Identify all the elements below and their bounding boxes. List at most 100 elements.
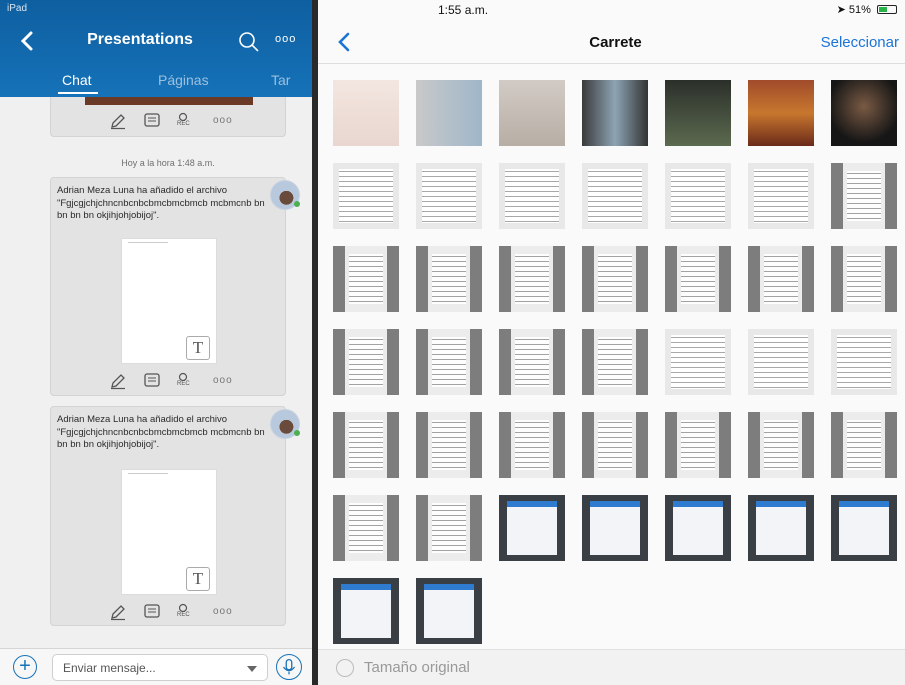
photo-thumbnail[interactable] xyxy=(748,329,814,395)
message-text: Adrian Meza Luna ha añadido el archivo "… xyxy=(57,414,265,450)
photo-thumbnail[interactable] xyxy=(665,246,731,312)
message-actions: REC ooo xyxy=(109,372,239,392)
photo-thumbnail[interactable] xyxy=(499,412,565,478)
photo-thumbnail[interactable] xyxy=(748,495,814,561)
photo-thumbnail[interactable] xyxy=(499,329,565,395)
image-attachment[interactable] xyxy=(85,97,253,105)
photo-thumbnail[interactable] xyxy=(333,80,399,146)
file-preview[interactable]: T xyxy=(121,238,217,364)
more-menu-button[interactable]: ooo xyxy=(275,33,296,45)
photo-thumbnail[interactable] xyxy=(665,80,731,146)
comment-icon[interactable] xyxy=(143,112,161,130)
photo-thumbnail[interactable] xyxy=(333,495,399,561)
online-status-dot xyxy=(294,201,300,207)
rec-label: REC xyxy=(177,121,190,127)
date-separator: Hoy a la hora 1:48 a.m. xyxy=(121,158,215,168)
battery-percent: 51% xyxy=(848,4,871,16)
photo-thumbnail[interactable] xyxy=(665,412,731,478)
original-size-radio[interactable] xyxy=(336,659,354,677)
photo-thumbnail[interactable] xyxy=(333,578,399,644)
photo-thumbnail[interactable] xyxy=(416,329,482,395)
file-preview[interactable]: T xyxy=(121,469,217,595)
photo-thumbnail[interactable] xyxy=(748,246,814,312)
album-title: Carrete xyxy=(589,34,642,51)
photo-thumbnail[interactable] xyxy=(748,163,814,229)
photo-thumbnail[interactable] xyxy=(416,80,482,146)
photo-thumbnail[interactable] xyxy=(499,495,565,561)
original-size-label: Tamaño original xyxy=(364,659,470,676)
photo-thumbnail[interactable] xyxy=(416,412,482,478)
photo-thumbnail[interactable] xyxy=(333,412,399,478)
photo-thumbnail[interactable] xyxy=(499,246,565,312)
photo-thumbnail[interactable] xyxy=(582,163,648,229)
more-actions-button[interactable]: ooo xyxy=(213,375,233,386)
battery-status: ➤ 51% xyxy=(837,3,897,16)
more-actions-button[interactable]: ooo xyxy=(213,115,233,126)
message-card: Adrian Meza Luna ha añadido el archivo "… xyxy=(50,177,286,396)
pencil-icon[interactable] xyxy=(109,372,127,390)
more-actions-button[interactable]: ooo xyxy=(213,606,233,617)
camera-roll-pane: 1:55 a.m. ➤ 51% Carrete Seleccionar Tama… xyxy=(318,0,905,685)
photo-thumbnail[interactable] xyxy=(665,495,731,561)
text-file-icon: T xyxy=(186,567,210,591)
comment-icon[interactable] xyxy=(143,372,161,390)
photo-thumbnail[interactable] xyxy=(748,412,814,478)
tab-pages[interactable]: Páginas xyxy=(158,72,209,88)
tab-chat[interactable]: Chat xyxy=(62,72,92,88)
photo-thumbnail[interactable] xyxy=(333,246,399,312)
photo-thumbnail[interactable] xyxy=(582,80,648,146)
message-actions: REC ooo xyxy=(109,603,239,623)
photo-thumbnail[interactable] xyxy=(831,80,897,146)
message-actions: REC ooo xyxy=(109,112,239,132)
message-card: REC ooo xyxy=(50,97,286,137)
battery-icon xyxy=(877,5,897,14)
photo-grid xyxy=(333,80,897,650)
photo-thumbnail[interactable] xyxy=(831,412,897,478)
text-file-icon: T xyxy=(186,336,210,360)
message-card: Adrian Meza Luna ha añadido el archivo "… xyxy=(50,406,286,626)
photo-thumbnail[interactable] xyxy=(831,495,897,561)
message-input[interactable]: Enviar mensaje... xyxy=(52,654,268,681)
tab-tasks[interactable]: Tar xyxy=(271,72,290,88)
bottom-toolbar: Tamaño original xyxy=(318,649,905,685)
select-button[interactable]: Seleccionar xyxy=(821,34,899,51)
dropdown-arrow-icon[interactable] xyxy=(247,666,257,672)
photo-thumbnail[interactable] xyxy=(416,578,482,644)
photo-thumbnail[interactable] xyxy=(582,495,648,561)
photo-thumbnail[interactable] xyxy=(416,163,482,229)
photo-thumbnail[interactable] xyxy=(416,495,482,561)
conversation-title: Presentations xyxy=(87,31,193,48)
photo-thumbnail[interactable] xyxy=(831,329,897,395)
message-text: Adrian Meza Luna ha añadido el archivo "… xyxy=(57,185,265,221)
tab-bar: Chat Páginas Tar xyxy=(0,62,312,97)
pencil-icon[interactable] xyxy=(109,112,127,130)
pencil-icon[interactable] xyxy=(109,603,127,621)
photo-thumbnail[interactable] xyxy=(665,163,731,229)
rec-label: REC xyxy=(177,381,190,387)
photo-thumbnail[interactable] xyxy=(499,80,565,146)
comment-icon[interactable] xyxy=(143,603,161,621)
photo-thumbnail[interactable] xyxy=(333,163,399,229)
back-icon[interactable] xyxy=(18,30,38,52)
photo-thumbnail[interactable] xyxy=(499,163,565,229)
nav-divider xyxy=(318,63,905,64)
photo-thumbnail[interactable] xyxy=(582,412,648,478)
photo-thumbnail[interactable] xyxy=(831,246,897,312)
message-placeholder: Enviar mensaje... xyxy=(63,661,156,675)
photo-thumbnail[interactable] xyxy=(416,246,482,312)
photo-thumbnail[interactable] xyxy=(582,329,648,395)
avatar[interactable] xyxy=(270,409,300,439)
avatar[interactable] xyxy=(270,180,300,210)
microphone-icon[interactable] xyxy=(276,654,302,680)
photo-thumbnail[interactable] xyxy=(582,246,648,312)
add-attachment-button[interactable]: + xyxy=(13,655,37,679)
location-arrow-icon: ➤ xyxy=(836,4,846,16)
photo-thumbnail[interactable] xyxy=(665,329,731,395)
photo-thumbnail[interactable] xyxy=(748,80,814,146)
status-time: 1:55 a.m. xyxy=(438,3,489,17)
search-icon[interactable] xyxy=(238,31,260,53)
document-line xyxy=(128,242,168,243)
chat-pane: iPad Presentations ooo Chat Páginas Tar … xyxy=(0,0,312,685)
photo-thumbnail[interactable] xyxy=(831,163,897,229)
photo-thumbnail[interactable] xyxy=(333,329,399,395)
